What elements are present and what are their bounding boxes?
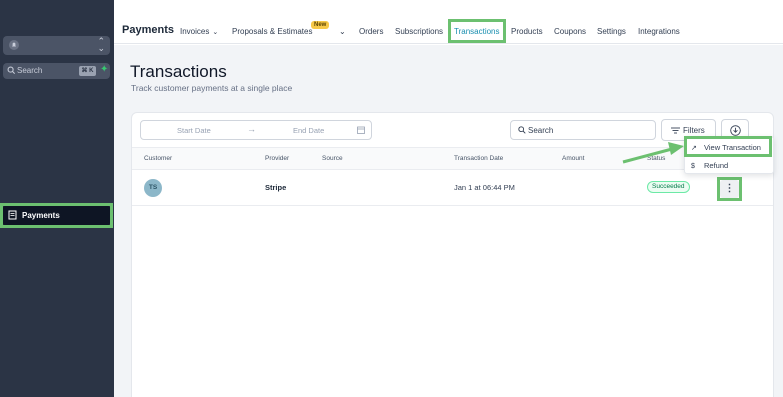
chevron-down-icon: ⌄ [212,29,219,36]
tab-orders[interactable]: Orders [359,27,383,36]
menu-item-label: Refund [704,161,729,170]
shortcut-badge: ⌘ K [79,66,96,76]
column-header: Provider [265,155,290,162]
transactions-card: Start Date → End Date Search Filters Cus… [131,112,774,397]
main-content: Transactions Track customer payments at … [114,45,783,397]
bell-icon [9,40,19,50]
end-date-placeholder: End Date [293,126,325,135]
arrow-right-icon: → [247,124,256,134]
highlight-box-payments [0,203,113,228]
sparkle-icon[interactable]: ✦ [100,64,108,75]
provider-cell: Stripe [265,183,287,192]
chevron-updown-icon: ⌃ ⌄ [97,36,105,53]
dollar-circle-icon: $ [691,163,695,170]
column-header: Source [322,155,343,162]
search-icon [7,66,16,75]
date-cell: Jan 1 at 06:44 PM [454,183,515,192]
tab-invoices[interactable]: Invoices ⌄ [180,27,218,36]
tab-subscriptions[interactable]: Subscriptions [395,27,443,36]
calendar-icon [357,126,365,134]
filters-label: Filters [683,126,705,135]
highlight-box-transactions [448,19,506,43]
filter-icon [671,127,680,134]
tab-products[interactable]: Products [511,27,543,36]
sidebar-search[interactable]: Search ⌘ K ✦ [3,63,110,79]
table-header: Customer Provider Source Transaction Dat… [132,147,773,170]
sidebar: ⌃ ⌄ Search ⌘ K ✦ Payments [0,0,114,397]
highlight-box-view-transaction [684,136,772,157]
column-header: Customer [144,155,173,162]
chevron-down-icon[interactable]: ⌄ [339,27,346,36]
column-header: Status [647,155,666,162]
search-placeholder: Search [528,126,554,135]
page-subtitle: Track customer payments at a single plac… [131,83,293,93]
location-switcher[interactable]: ⌃ ⌄ [3,36,110,55]
status-badge: Succeeded [647,181,690,193]
page-title: Transactions [130,62,227,81]
tab-integrations[interactable]: Integrations [638,27,680,36]
new-badge: New [311,21,330,29]
table-row[interactable]: TS Stripe Jan 1 at 06:44 PM Succeeded ⋮ [132,170,773,206]
download-icon [730,125,741,136]
sidebar-search-placeholder: Search [17,66,43,75]
tab-coupons[interactable]: Coupons [554,27,586,36]
top-nav: Payments Invoices ⌄ Proposals & Estimates… [114,0,783,44]
date-range-picker[interactable]: Start Date → End Date [140,120,372,140]
tab-label: Invoices [180,27,210,36]
tab-proposals-estimates[interactable]: Proposals & Estimates [232,27,312,36]
avatar: TS [144,179,162,197]
search-icon [518,126,526,134]
search-input[interactable]: Search [510,120,656,140]
column-header: Amount [562,155,585,162]
tab-settings[interactable]: Settings [597,27,626,36]
start-date-placeholder: Start Date [177,126,211,135]
column-header: Transaction Date [454,155,504,162]
tab-label: Proposals & Estimates [232,27,313,36]
section-title: Payments [122,24,174,36]
highlight-box-more-actions [717,177,742,201]
menu-item-refund[interactable]: $ Refund [691,161,728,170]
